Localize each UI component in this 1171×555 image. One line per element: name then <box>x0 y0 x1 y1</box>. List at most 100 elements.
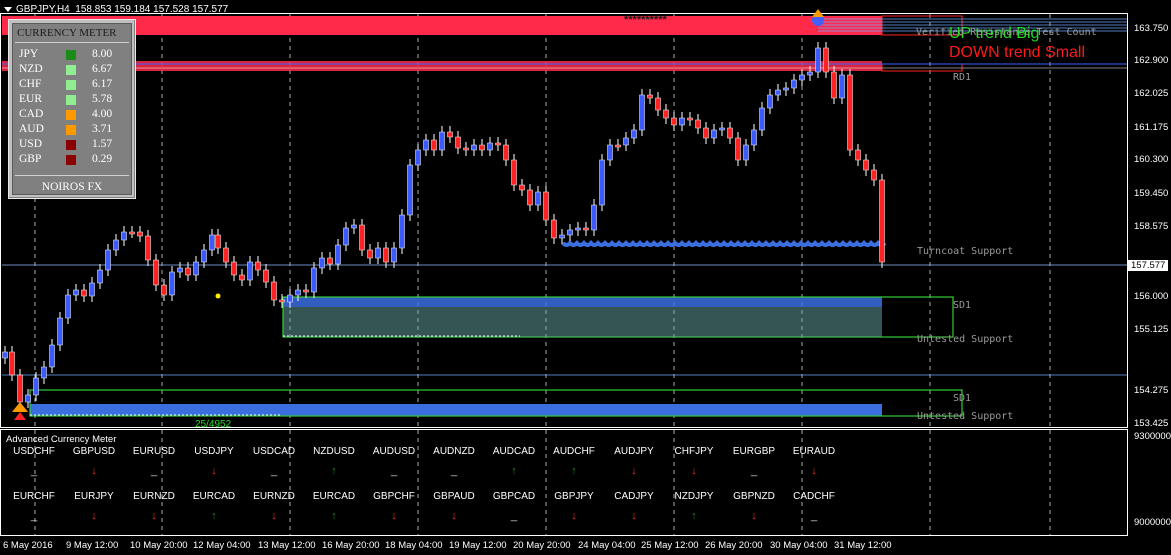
pair-label: USDCAD <box>252 446 296 457</box>
currency-value: 6.67 <box>92 63 113 75</box>
currency-meter-row: GBP 0.29 <box>19 153 129 167</box>
neutral-dash-icon: _ <box>390 465 398 477</box>
candle-body <box>655 97 661 111</box>
candle-body <box>105 249 111 271</box>
candle-body <box>783 87 789 91</box>
currency-code: AUD <box>19 123 44 135</box>
candle-body <box>855 149 861 161</box>
arrow-down-icon: ↓ <box>631 465 637 477</box>
candle-body <box>391 247 397 263</box>
pair-label: EURGBP <box>732 446 776 457</box>
candle-body <box>423 139 429 151</box>
candle-body <box>767 94 773 109</box>
pair-label: EURAUD <box>792 446 836 457</box>
candle-body <box>751 129 757 146</box>
chart-canvas[interactable] <box>0 0 1171 555</box>
candle-body <box>201 249 207 263</box>
candle-body <box>591 204 597 231</box>
candle-body <box>615 144 621 148</box>
arrow-down-icon: ↓ <box>211 465 217 477</box>
neutral-dash-icon: _ <box>30 510 38 522</box>
candle-body <box>455 136 461 149</box>
arrow-up-icon: ↑ <box>211 510 217 522</box>
pair-label: CHFJPY <box>674 446 714 457</box>
untested-support-label-b: Untested Support <box>917 411 1014 422</box>
candle-body <box>169 271 175 296</box>
arrow-up-marker-icon <box>12 402 28 412</box>
candle-body <box>535 191 541 206</box>
sd1-label-a: SD1 <box>953 300 972 311</box>
candle-body <box>599 159 605 206</box>
time-tick-label: 19 May 12:00 <box>449 540 507 551</box>
yellow-dot <box>215 293 221 299</box>
candle-body <box>607 144 613 161</box>
currency-meter-row: EUR 5.78 <box>19 93 129 107</box>
candle-body <box>847 74 853 151</box>
candle-body <box>33 377 39 396</box>
ohlc-readout: 158.853 159.184 157.528 157.577 <box>75 4 229 15</box>
chart-header: GBPJPY,H4 158.853 159.184 157.528 157.57… <box>4 4 228 15</box>
arrow-up-icon: ↑ <box>331 510 337 522</box>
candle-body <box>121 231 127 241</box>
candle-body <box>463 147 469 151</box>
symbol-label: GBPJPY,H4 <box>16 4 70 15</box>
arrow-down-icon: ↓ <box>691 465 697 477</box>
time-tick-label: 10 May 20:00 <box>130 540 188 551</box>
currency-value: 4.00 <box>92 108 113 120</box>
strength-square <box>66 95 76 105</box>
candle-body <box>823 47 829 73</box>
strength-square <box>66 140 76 150</box>
pair-label: EURNZD <box>253 491 295 502</box>
price-tick-label: 154.275 <box>1134 385 1169 396</box>
time-tick-label: 25 May 12:00 <box>641 540 699 551</box>
time-tick-label: 9 May 12:00 <box>66 540 119 551</box>
indicator-axis-label: 93000000 <box>1134 431 1171 442</box>
pair-label: EURJPY <box>74 491 114 502</box>
candle-body <box>583 227 589 231</box>
candle-body <box>161 284 167 296</box>
currency-code: JPY <box>19 48 39 60</box>
neutral-dash-icon: _ <box>450 465 458 477</box>
neutral-dash-icon: _ <box>810 510 818 522</box>
pair-label: EURCHF <box>13 491 55 502</box>
candle-body <box>9 351 15 376</box>
candle-body <box>407 164 413 216</box>
arrow-down-icon: ↓ <box>391 510 397 522</box>
candle-body <box>575 227 581 231</box>
candle-body <box>97 269 103 284</box>
pair-label: USDCHF <box>13 446 55 457</box>
pair-label: AUDUSD <box>372 446 416 457</box>
currency-meter-row: AUD 3.71 <box>19 123 129 137</box>
pair-label: NZDJPY <box>674 491 714 502</box>
candle-body <box>145 235 151 261</box>
pair-label: AUDCHF <box>553 446 595 457</box>
candle-body <box>41 366 47 379</box>
currency-code: GBP <box>19 153 42 165</box>
candle-body <box>335 244 341 265</box>
candle-body <box>511 159 517 186</box>
currency-code: NZD <box>19 63 43 75</box>
currency-code: USD <box>19 138 43 150</box>
candle-body <box>137 231 143 237</box>
currency-meter-row: CAD 4.00 <box>19 108 129 122</box>
sd1-label-b: SD1 <box>953 393 972 404</box>
candle-body <box>631 129 637 139</box>
pair-label: AUDCAD <box>492 446 536 457</box>
neutral-dash-icon: _ <box>750 465 758 477</box>
support-zone-b <box>30 404 882 416</box>
arrow-up-icon: ↑ <box>691 510 697 522</box>
arrow-down-icon: ↓ <box>151 510 157 522</box>
candle-body <box>439 131 445 151</box>
arrow-up-icon: ↑ <box>331 465 337 477</box>
candle-body <box>695 119 701 129</box>
candle-body <box>113 239 119 251</box>
dropdown-triangle-icon[interactable] <box>4 6 12 12</box>
candle-body <box>815 47 821 73</box>
untested-support-label-a: Untested Support <box>917 334 1014 345</box>
candle-body <box>303 289 309 293</box>
candle-body <box>153 259 159 286</box>
arrow-down-icon: ↓ <box>271 510 277 522</box>
neutral-dash-icon: _ <box>30 465 38 477</box>
candle-body <box>479 144 485 151</box>
currency-value: 5.78 <box>92 93 113 105</box>
